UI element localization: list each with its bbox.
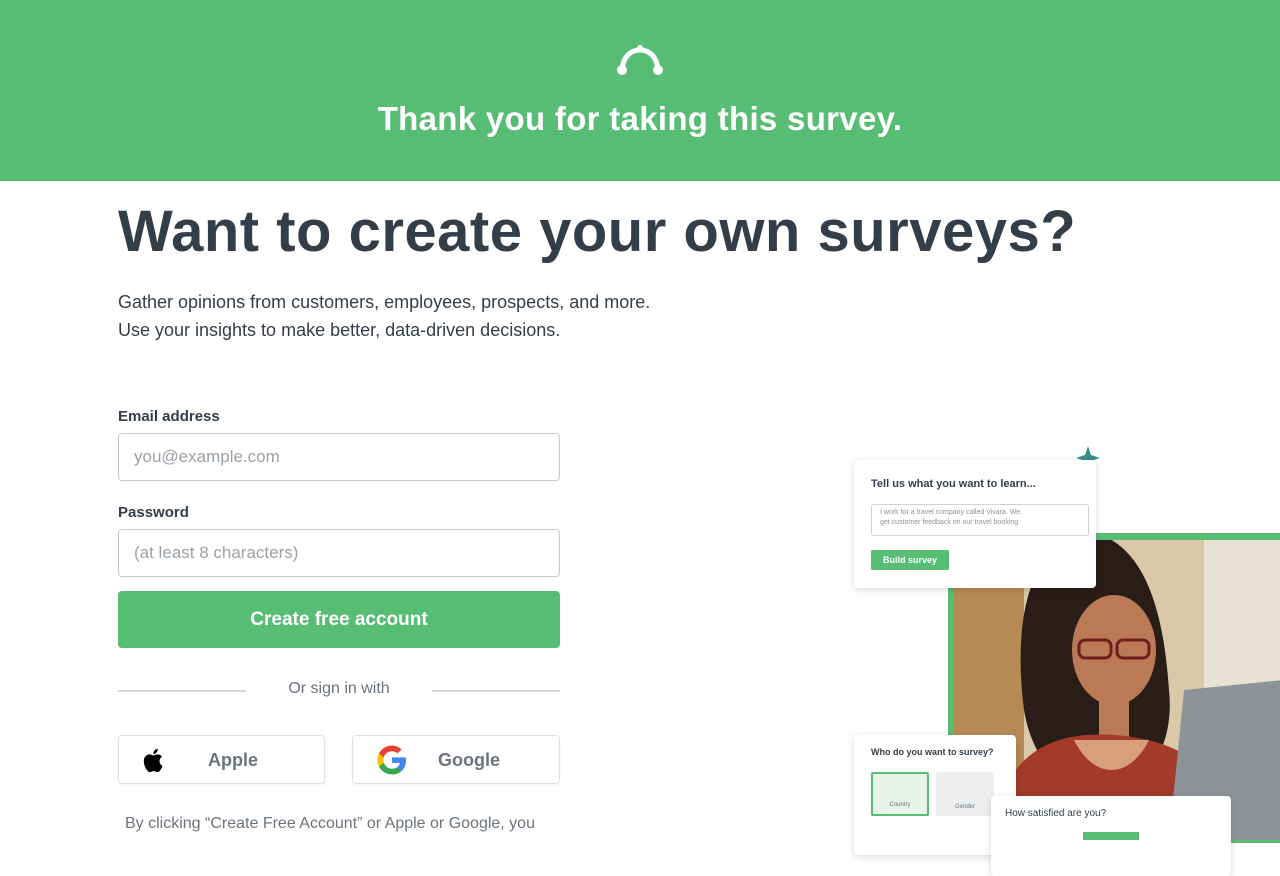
google-sign-in-button[interactable]: Google <box>352 735 560 784</box>
hero-subtext: Gather opinions from customers, employee… <box>118 288 650 344</box>
page-headline: Want to create your own surveys? <box>118 199 1077 264</box>
option-gender-label: Gender <box>954 804 975 810</box>
banner-title: Thank you for taking this survey. <box>377 100 903 137</box>
hero-illustration: Tell us what you want to learn... I work… <box>840 440 1280 876</box>
google-icon <box>377 745 406 775</box>
apple-icon <box>143 748 163 773</box>
hero-subtext-line-1: Gather opinions from customers, employee… <box>118 292 651 312</box>
google-button-label: Google <box>438 750 500 770</box>
password-field[interactable] <box>118 529 560 577</box>
build-survey-button: Build survey <box>871 550 949 570</box>
satisfaction-card: How satisfied are you? <box>991 796 1231 876</box>
apple-button-label: Apple <box>208 750 259 770</box>
legal-text: By clicking “Create Free Account” or App… <box>125 815 535 832</box>
learn-card: Tell us what you want to learn... I work… <box>854 460 1096 588</box>
email-label: Email address <box>118 408 220 425</box>
learn-card-input: I work for a travel company called Vivar… <box>871 504 1089 536</box>
learn-card-title: Tell us what you want to learn... <box>871 478 1036 490</box>
password-label: Password <box>118 504 189 521</box>
hero-subtext-line-2: Use your insights to make better, data-d… <box>118 320 561 340</box>
satisfaction-bar <box>1083 832 1139 840</box>
satisfaction-card-title: How satisfied are you? <box>1005 808 1107 819</box>
or-sign-in-with-text: Or sign in with <box>288 680 390 697</box>
option-country: Country <box>871 772 929 816</box>
email-field[interactable] <box>118 433 560 481</box>
option-country-label: Country <box>889 802 911 808</box>
thank-you-banner: Thank you for taking this survey. <box>0 0 1280 181</box>
apple-sign-in-button[interactable]: Apple <box>118 735 325 784</box>
learn-card-input-line-2: get customer feedback on our travel book… <box>880 519 1019 526</box>
create-free-account-button[interactable]: Create free account <box>118 591 560 648</box>
option-gender: Gender <box>936 772 994 816</box>
divider-right <box>432 690 560 692</box>
surveymonkey-logo-icon <box>617 45 663 75</box>
learn-card-input-line-1: I work for a travel company called Vivar… <box>880 509 1021 516</box>
audience-card-title: Who do you want to survey? <box>871 747 994 757</box>
